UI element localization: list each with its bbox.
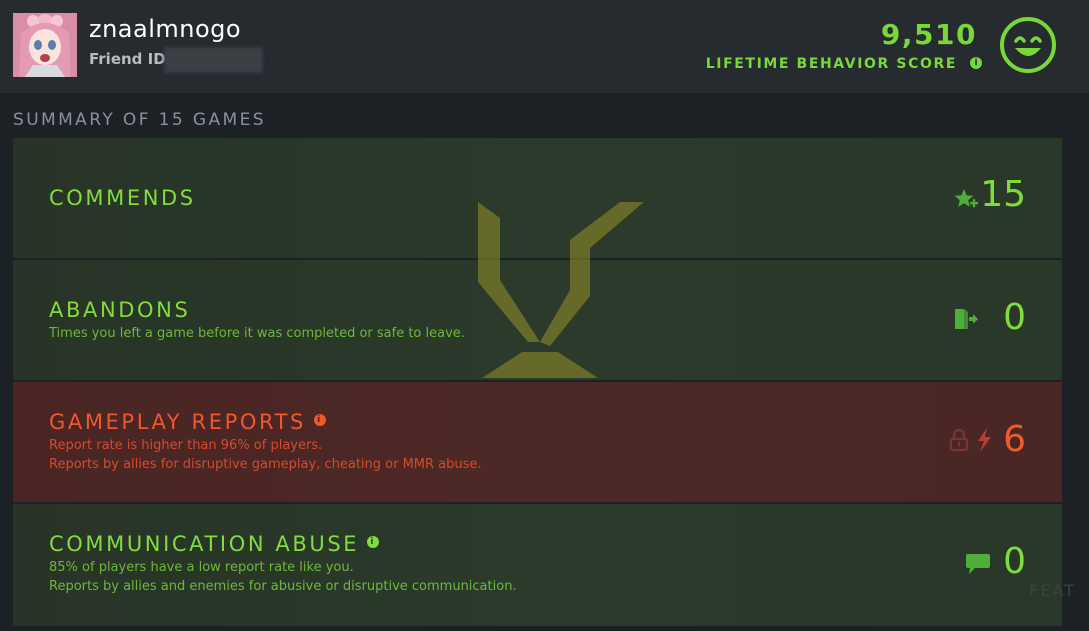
lock-icon [949, 429, 969, 451]
communication-abuse-title: COMMUNICATION ABUSE i [49, 532, 380, 556]
abandons-title: ABANDONS [49, 298, 191, 322]
smiley-icon [1000, 17, 1056, 73]
chat-bubble-icon [966, 554, 990, 574]
star-plus-icon [954, 189, 978, 208]
behavior-score-value: 9,510 [880, 18, 977, 51]
gameplay-reports-value: 6 [1003, 419, 1026, 460]
dota-emblem-watermark [478, 202, 644, 378]
friend-id-value-redacted [164, 47, 263, 73]
gameplay-reports-description: Reports by allies for disruptive gamepla… [49, 457, 482, 472]
gameplay-reports-title-text: GAMEPLAY REPORTS [49, 410, 306, 434]
gameplay-reports-rate-text: Report rate is higher than 96% of player… [49, 438, 323, 453]
avatar[interactable] [13, 13, 77, 77]
behavior-score-label: LIFETIME BEHAVIOR SCORE [705, 56, 957, 72]
abandons-description: Times you left a game before it was comp… [49, 326, 465, 341]
info-icon[interactable]: i [313, 414, 326, 426]
communication-abuse-description: Reports by allies and enemies for abusiv… [49, 579, 517, 594]
communication-abuse-panel: COMMUNICATION ABUSE i 85% of players have… [13, 504, 1062, 626]
communication-abuse-value: 0 [1003, 541, 1026, 582]
gameplay-reports-title: GAMEPLAY REPORTS i [49, 410, 326, 434]
exit-door-icon [955, 309, 978, 329]
info-icon[interactable]: i [367, 536, 380, 548]
info-icon[interactable]: i [970, 57, 982, 69]
username[interactable]: znaalmnogo [89, 15, 241, 43]
profile-header: znaalmnogo Friend ID: 9,510 LIFETIME BEH… [0, 0, 1089, 93]
gameplay-reports-panel: GAMEPLAY REPORTS i Report rate is higher … [13, 382, 1062, 502]
communication-abuse-title-text: COMMUNICATION ABUSE [49, 532, 360, 556]
commends-title: COMMENDS [49, 186, 196, 210]
summary-title: SUMMARY OF 15 GAMES [13, 110, 266, 130]
lightning-icon [978, 428, 991, 452]
abandons-value: 0 [1003, 297, 1026, 338]
friend-id-label: Friend ID: [89, 50, 172, 68]
commends-value: 15 [980, 174, 1026, 215]
avatar-image [13, 13, 77, 77]
background-feature-text: FEAT [1029, 581, 1076, 600]
communication-abuse-rate-text: 85% of players have a low report rate li… [49, 560, 354, 575]
